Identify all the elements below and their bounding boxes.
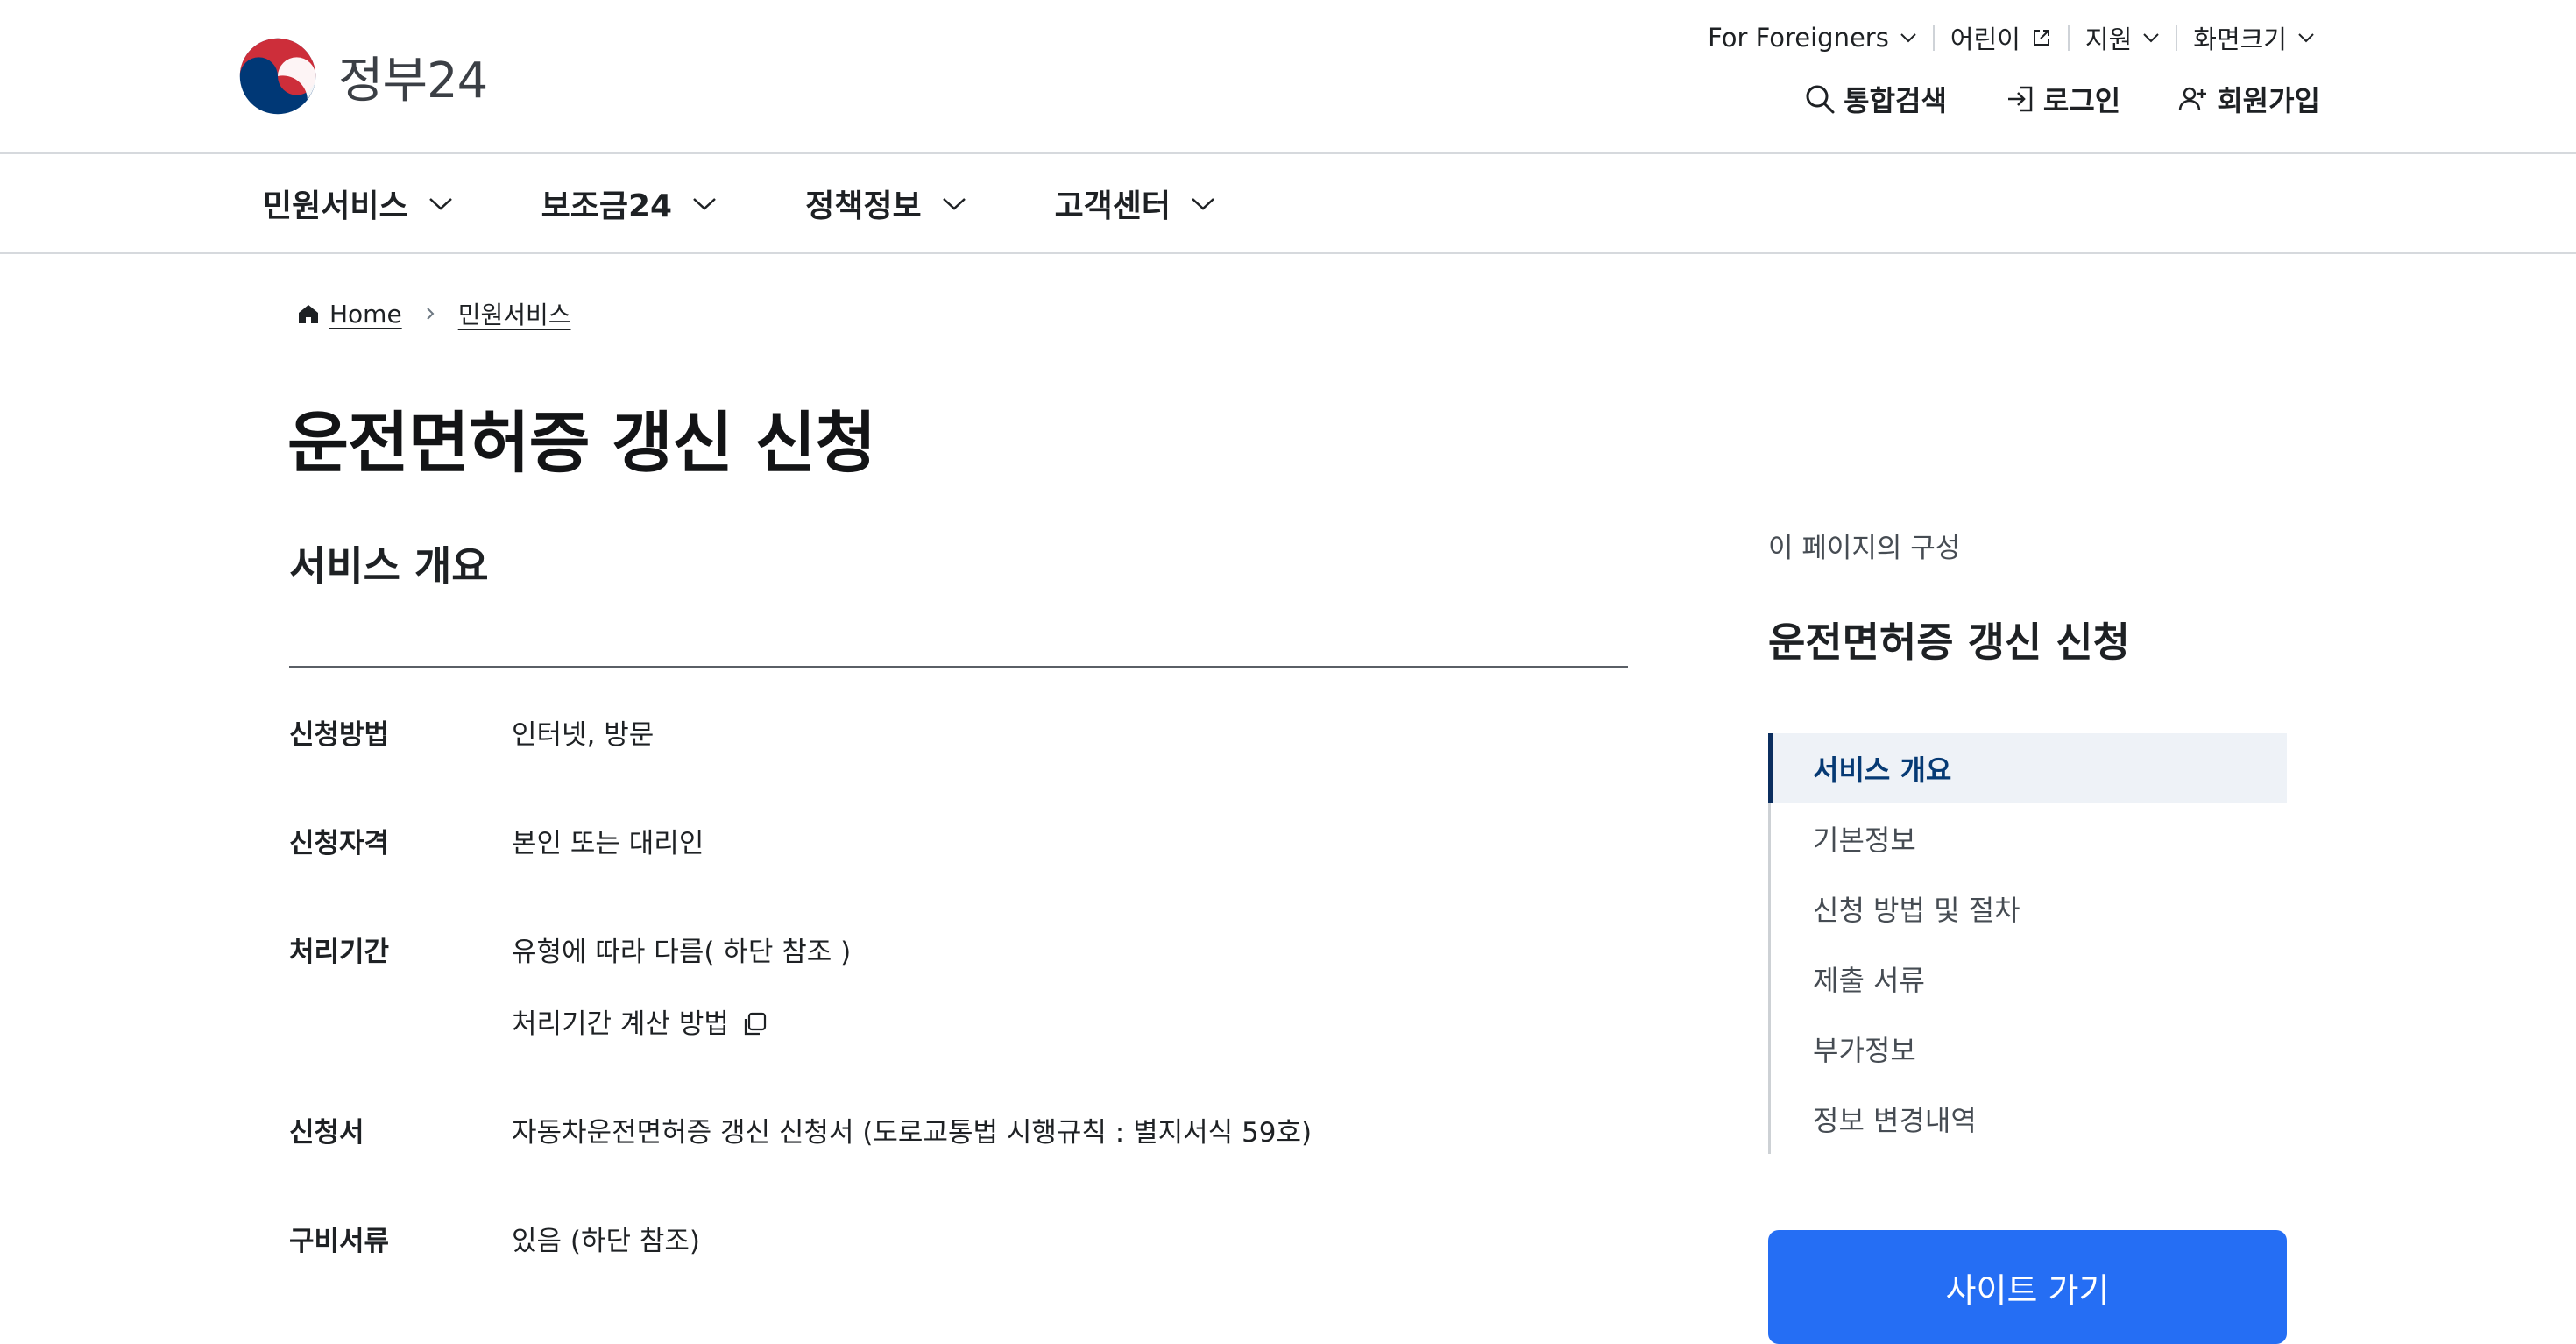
info-label: 신청방법 xyxy=(289,719,390,751)
taegeuk-logo-icon xyxy=(239,38,316,115)
font-size-label: 화면크기 xyxy=(2193,25,2287,54)
toc-item-basic-info[interactable]: 기본정보 xyxy=(1771,803,2287,874)
chevron-down-icon xyxy=(2298,33,2314,43)
support-label: 지원 xyxy=(2084,25,2133,54)
info-row-required-documents: 구비서류 있음 (하단 참조) xyxy=(289,1214,1628,1323)
search-label: 통합검색 xyxy=(1844,84,1947,117)
info-row-eligibility: 신청자격 본인 또는 대리인 xyxy=(289,817,1628,925)
info-row-application-form: 신청서 자동차운전면허증 갱신 신청서 (도로교통법 시행규칙 : 별지서식 5… xyxy=(289,1106,1628,1214)
toc-caption: 이 페이지의 구성 xyxy=(1768,533,1961,564)
kids-label: 어린이 xyxy=(1950,25,2020,54)
info-label: 구비서류 xyxy=(289,1226,390,1257)
gnb-item-subsidy24[interactable]: 보조금24 xyxy=(541,180,718,226)
page-title: 운전면허증 갱신 신청 xyxy=(287,404,876,482)
signup-button[interactable]: 회원가입 xyxy=(2176,79,2320,119)
chevron-down-icon xyxy=(1900,33,1916,43)
breadcrumb-home[interactable]: Home xyxy=(329,300,402,329)
info-row-apply-method: 신청방법 인터넷, 방문 xyxy=(289,708,1628,817)
section-title-overview: 서비스 개요 xyxy=(289,542,489,590)
toc-list: 서비스 개요 기본정보 신청 방법 및 절차 제출 서류 부가정보 정보 변경내… xyxy=(1768,733,2287,1154)
account-menu: 통합검색 로그인 회원가입 xyxy=(1803,79,2320,119)
info-value: 인터넷, 방문 xyxy=(512,719,655,751)
site-logo[interactable]: 정부24 xyxy=(237,35,488,117)
user-plus-icon xyxy=(2178,87,2207,111)
gnb-item-label: 보조금24 xyxy=(541,188,673,224)
gnb-item-label: 정책정보 xyxy=(805,188,922,224)
login-button[interactable]: 로그인 xyxy=(2003,79,2120,119)
info-label: 처리기간 xyxy=(289,937,390,968)
info-value: 있음 (하단 참조) xyxy=(512,1226,701,1257)
site-header: 정부24 For Foreigners 어린이 지원 화면크기 통합검색 로그인… xyxy=(0,0,2576,154)
period-calculation-link[interactable]: 처리기간 계산 방법 xyxy=(512,997,1628,1051)
page-toc: 이 페이지의 구성 운전면허증 갱신 신청 서비스 개요 기본정보 신청 방법 … xyxy=(1768,526,2287,1154)
chevron-down-icon xyxy=(693,198,716,210)
go-to-site-button[interactable]: 사이트 가기 xyxy=(1768,1230,2287,1344)
signup-label: 회원가입 xyxy=(2217,84,2320,117)
global-navigation: 민원서비스 보조금24 정책정보 고객센터 xyxy=(0,154,2576,254)
chevron-down-icon xyxy=(428,198,452,210)
external-link-icon xyxy=(2033,30,2049,46)
toc-title: 운전면허증 갱신 신청 xyxy=(1768,619,2130,666)
toc-item-change-history[interactable]: 정보 변경내역 xyxy=(1771,1084,2287,1154)
for-foreigners-menu[interactable]: For Foreigners xyxy=(1708,23,1933,53)
font-size-menu[interactable]: 화면크기 xyxy=(2177,19,2331,56)
gnb-item-customer-center[interactable]: 고객센터 xyxy=(1055,180,1216,226)
toc-item-additional-info[interactable]: 부가정보 xyxy=(1771,1014,2287,1084)
gnb-item-civil-service[interactable]: 민원서비스 xyxy=(263,180,454,226)
gnb-list: 민원서비스 보조금24 정책정보 고객센터 xyxy=(263,154,1304,252)
kids-link[interactable]: 어린이 xyxy=(1935,19,2068,56)
chevron-down-icon xyxy=(942,198,966,210)
breadcrumb: Home 민원서비스 xyxy=(296,296,571,331)
gnb-item-label: 고객센터 xyxy=(1054,188,1171,224)
section-divider xyxy=(289,666,1628,668)
login-icon xyxy=(2007,86,2033,112)
utility-menu: For Foreigners 어린이 지원 화면크기 xyxy=(1708,19,2331,56)
service-overview-list: 신청방법 인터넷, 방문 신청자격 본인 또는 대리인 처리기간 유형에 따라 … xyxy=(289,708,1628,1323)
integrated-search-button[interactable]: 통합검색 xyxy=(1803,79,1947,119)
info-value: 자동차운전면허증 갱신 신청서 (도로교통법 시행규칙 : 별지서식 59호) xyxy=(512,1117,1313,1149)
info-label: 신청서 xyxy=(289,1117,364,1149)
info-label: 신청자격 xyxy=(289,828,390,859)
period-calculation-label: 처리기간 계산 방법 xyxy=(512,1008,729,1040)
search-icon xyxy=(1806,85,1835,114)
logo-text: 정부24 xyxy=(338,52,488,110)
copy-icon xyxy=(744,1012,766,1036)
gnb-item-policy-info[interactable]: 정책정보 xyxy=(805,180,966,226)
chevron-down-icon xyxy=(2143,33,2159,43)
chevron-down-icon xyxy=(1192,198,1214,210)
chevron-right-icon xyxy=(426,308,435,320)
toc-item-method-procedure[interactable]: 신청 방법 및 절차 xyxy=(1771,874,2287,944)
info-row-processing-period: 처리기간 유형에 따라 다름( 하단 참조 ) 처리기간 계산 방법 xyxy=(289,925,1628,1106)
gnb-item-label: 민원서비스 xyxy=(263,188,408,224)
home-icon xyxy=(299,305,318,323)
info-value: 본인 또는 대리인 xyxy=(512,828,704,859)
support-menu[interactable]: 지원 xyxy=(2070,19,2176,56)
toc-item-documents[interactable]: 제출 서류 xyxy=(1771,944,2287,1014)
info-value: 유형에 따라 다름( 하단 참조 ) xyxy=(512,937,852,968)
for-foreigners-label: For Foreigners xyxy=(1708,23,1889,53)
login-label: 로그인 xyxy=(2042,84,2121,117)
toc-item-service-overview[interactable]: 서비스 개요 xyxy=(1768,733,2287,803)
breadcrumb-current[interactable]: 민원서비스 xyxy=(458,296,571,331)
